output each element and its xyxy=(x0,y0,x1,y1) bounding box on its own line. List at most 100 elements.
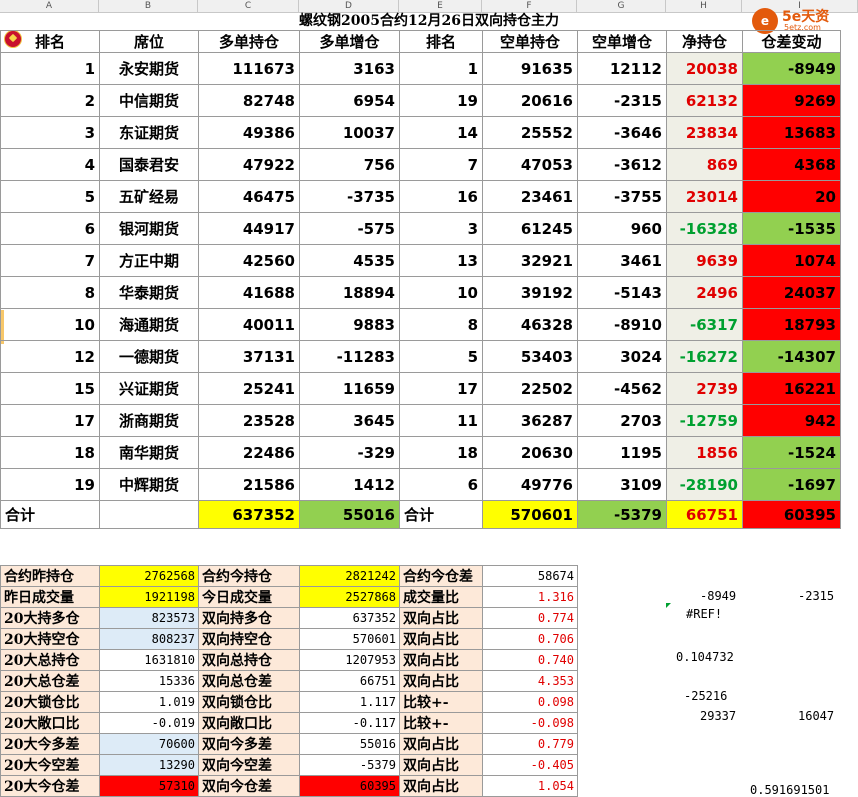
short-rank-cell[interactable]: 17 xyxy=(399,372,483,405)
short-change-cell[interactable]: 2703 xyxy=(577,404,667,437)
stat-label[interactable]: 20大敞口比 xyxy=(0,712,100,734)
rank-cell[interactable]: 6 xyxy=(0,212,100,245)
stat-value[interactable]: 0.098 xyxy=(482,691,578,713)
short-change-cell[interactable]: -5143 xyxy=(577,276,667,309)
stat-label[interactable]: 20大总仓差 xyxy=(0,670,100,692)
short-rank-cell[interactable]: 6 xyxy=(399,468,483,501)
total-diff[interactable]: 60395 xyxy=(742,500,841,529)
stat-label[interactable]: 双向今多差 xyxy=(198,733,300,755)
stat-label[interactable]: 20大今多差 xyxy=(0,733,100,755)
stat-label[interactable]: 20大今空差 xyxy=(0,754,100,776)
long-cell[interactable]: 44917 xyxy=(198,212,300,245)
short-cell[interactable]: 91635 xyxy=(482,52,578,85)
total-empty[interactable] xyxy=(99,500,199,529)
stat-value[interactable]: 0.779 xyxy=(482,733,578,755)
header-short[interactable]: 空单持仓 xyxy=(482,30,578,53)
long-cell[interactable]: 23528 xyxy=(198,404,300,437)
stat-label[interactable]: 双向占比 xyxy=(399,607,483,629)
short-change-cell[interactable]: 3461 xyxy=(577,244,667,277)
short-change-cell[interactable]: 1195 xyxy=(577,436,667,469)
short-change-cell[interactable]: 960 xyxy=(577,212,667,245)
stat-value[interactable]: 1.316 xyxy=(482,586,578,608)
stat-label[interactable]: 双向占比 xyxy=(399,649,483,671)
rank-cell[interactable]: 12 xyxy=(0,340,100,373)
stat-label[interactable]: 双向占比 xyxy=(399,754,483,776)
cell-i-diff[interactable]: -2315 xyxy=(798,589,834,603)
long-change-cell[interactable]: -575 xyxy=(299,212,400,245)
stat-value[interactable]: 0.774 xyxy=(482,607,578,629)
long-change-cell[interactable]: -3735 xyxy=(299,180,400,213)
long-change-cell[interactable]: 18894 xyxy=(299,276,400,309)
diff-cell[interactable]: 20 xyxy=(742,180,841,213)
stat-value[interactable]: 1207953 xyxy=(299,649,400,671)
stat-label[interactable]: 20大持多仓 xyxy=(0,607,100,629)
cell-h-ratio[interactable]: 0.104732 xyxy=(676,650,734,664)
stat-label[interactable]: 双向占比 xyxy=(399,670,483,692)
stat-value[interactable]: 0.706 xyxy=(482,628,578,650)
long-change-cell[interactable]: 1412 xyxy=(299,468,400,501)
stat-value[interactable]: 637352 xyxy=(299,607,400,629)
stat-value[interactable]: 1.117 xyxy=(299,691,400,713)
total-short-change[interactable]: -5379 xyxy=(577,500,667,529)
short-cell[interactable]: 25552 xyxy=(482,116,578,149)
header-rank[interactable]: 排名 xyxy=(0,30,100,53)
long-change-cell[interactable]: -329 xyxy=(299,436,400,469)
long-cell[interactable]: 46475 xyxy=(198,180,300,213)
diff-cell[interactable]: 13683 xyxy=(742,116,841,149)
stat-value[interactable]: 1.054 xyxy=(482,775,578,797)
short-cell[interactable]: 36287 xyxy=(482,404,578,437)
long-cell[interactable]: 49386 xyxy=(198,116,300,149)
long-cell[interactable]: 25241 xyxy=(198,372,300,405)
stat-value[interactable]: -0.405 xyxy=(482,754,578,776)
cell-h-lock[interactable]: -25216 xyxy=(684,689,727,703)
long-cell[interactable]: 111673 xyxy=(198,52,300,85)
column-header-f[interactable]: F xyxy=(482,0,577,12)
net-cell[interactable]: 62132 xyxy=(666,84,743,117)
rank-cell[interactable]: 4 xyxy=(0,148,100,181)
rank-cell[interactable]: 5 xyxy=(0,180,100,213)
net-cell[interactable]: 2739 xyxy=(666,372,743,405)
long-cell[interactable]: 82748 xyxy=(198,84,300,117)
stat-value[interactable]: 1631810 xyxy=(99,649,199,671)
seat-cell[interactable]: 国泰君安 xyxy=(99,148,199,181)
stat-label[interactable]: 双向总仓差 xyxy=(198,670,300,692)
net-cell[interactable]: 23014 xyxy=(666,180,743,213)
stat-label[interactable]: 合约今持仓 xyxy=(198,565,300,587)
stat-label[interactable]: 双向总持仓 xyxy=(198,649,300,671)
stat-label[interactable]: 合约昨持仓 xyxy=(0,565,100,587)
net-cell[interactable]: -16272 xyxy=(666,340,743,373)
long-cell[interactable]: 40011 xyxy=(198,308,300,341)
short-change-cell[interactable]: -3755 xyxy=(577,180,667,213)
short-cell[interactable]: 49776 xyxy=(482,468,578,501)
cell-h-open[interactable]: 29337 xyxy=(700,709,736,723)
header-long-change[interactable]: 多单增仓 xyxy=(299,30,400,53)
stat-value[interactable]: 57310 xyxy=(99,775,199,797)
short-cell[interactable]: 47053 xyxy=(482,148,578,181)
diff-cell[interactable]: -1535 xyxy=(742,212,841,245)
stat-value[interactable]: 15336 xyxy=(99,670,199,692)
short-rank-cell[interactable]: 10 xyxy=(399,276,483,309)
diff-cell[interactable]: -14307 xyxy=(742,340,841,373)
long-cell[interactable]: 47922 xyxy=(198,148,300,181)
column-header-c[interactable]: C xyxy=(198,0,299,12)
diff-cell[interactable]: 942 xyxy=(742,404,841,437)
total-long[interactable]: 637352 xyxy=(198,500,300,529)
seat-cell[interactable]: 中信期货 xyxy=(99,84,199,117)
seat-cell[interactable]: 海通期货 xyxy=(99,308,199,341)
stat-label[interactable]: 20大持空仓 xyxy=(0,628,100,650)
long-change-cell[interactable]: 6954 xyxy=(299,84,400,117)
seat-cell[interactable]: 东证期货 xyxy=(99,116,199,149)
rank-cell[interactable]: 1 xyxy=(0,52,100,85)
short-change-cell[interactable]: 12112 xyxy=(577,52,667,85)
header-short-change[interactable]: 空单增仓 xyxy=(577,30,667,53)
stat-value[interactable]: 808237 xyxy=(99,628,199,650)
sheet-title[interactable]: 螺纹钢2005合约12月26日双向持仓主力 xyxy=(0,12,858,30)
rank-cell[interactable]: 10 xyxy=(0,308,100,341)
short-cell[interactable]: 20630 xyxy=(482,436,578,469)
stat-label[interactable]: 20大今仓差 xyxy=(0,775,100,797)
stat-value[interactable]: 70600 xyxy=(99,733,199,755)
diff-cell[interactable]: 1074 xyxy=(742,244,841,277)
stat-label[interactable]: 双向持多仓 xyxy=(198,607,300,629)
short-change-cell[interactable]: -3612 xyxy=(577,148,667,181)
short-rank-cell[interactable]: 19 xyxy=(399,84,483,117)
